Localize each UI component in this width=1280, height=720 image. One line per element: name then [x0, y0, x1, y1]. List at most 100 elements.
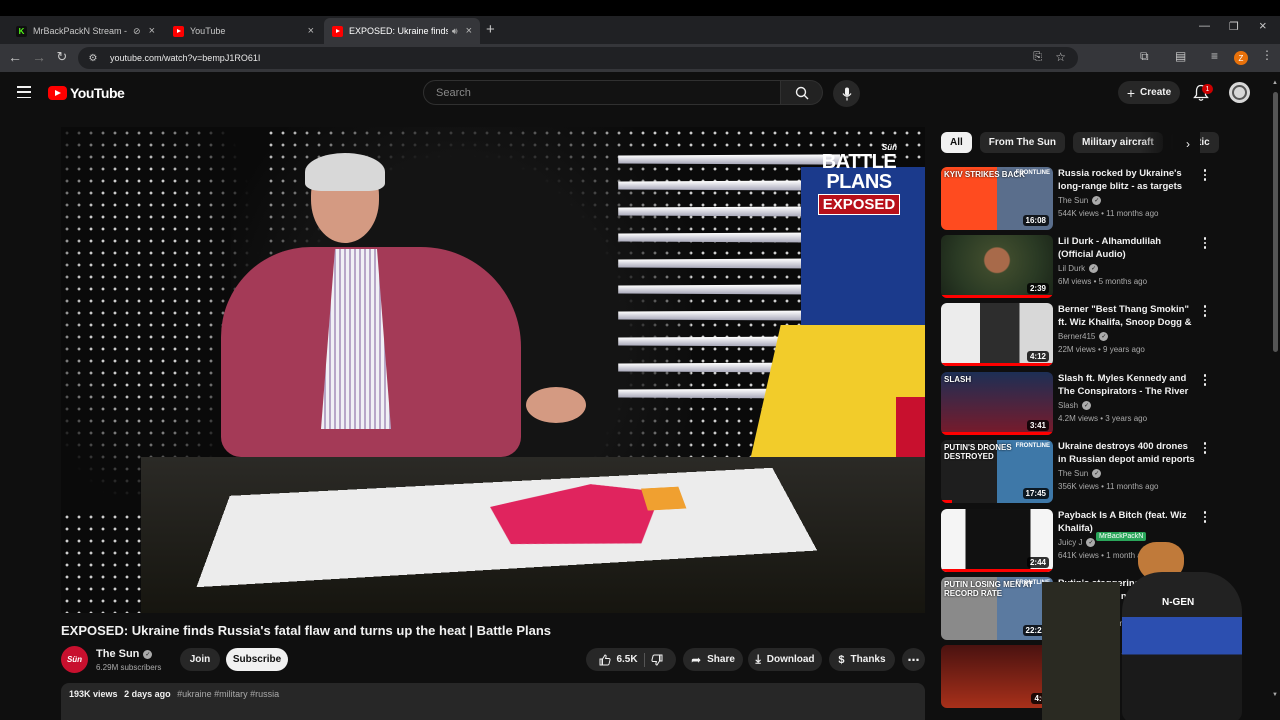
menu-hamburger-icon[interactable]: [17, 86, 31, 98]
like-dislike-group: 6.5K: [586, 648, 676, 671]
more-vertical-icon[interactable]: [1200, 305, 1210, 319]
more-vertical-icon[interactable]: [1200, 237, 1210, 251]
tab-youtube-home[interactable]: YouTube ×: [165, 18, 322, 44]
recommendation-item[interactable]: 4:12 Berner "Best Thang Smokin" ft. Wiz K…: [941, 303, 1213, 367]
stream-name-tag: MrBackPackN: [1096, 532, 1147, 541]
video-thumbnail[interactable]: PUTIN LOSING MEN AT RECORD RATE FRONTLINE…: [941, 577, 1053, 640]
recommendation-title[interactable]: Russia rocked by Ukraine's long-range bl…: [1058, 167, 1196, 194]
voice-search-button[interactable]: [833, 80, 860, 107]
video-thumbnail[interactable]: 2:44: [941, 509, 1053, 572]
verified-check-icon: ✓: [1082, 401, 1092, 410]
recommendation-channel[interactable]: Lil Durk ✓: [1058, 264, 1099, 273]
more-vertical-icon[interactable]: [1200, 169, 1210, 183]
create-button[interactable]: + Create: [1118, 81, 1180, 104]
thumbs-down-icon: [651, 654, 663, 666]
video-thumbnail[interactable]: 4:0: [941, 645, 1053, 708]
subscriber-count: 6.29M subscribers: [96, 663, 162, 672]
minimize-icon[interactable]: —: [1199, 20, 1210, 32]
like-button[interactable]: 6.5K: [599, 653, 638, 666]
close-tab-icon[interactable]: ×: [308, 25, 314, 37]
browser-profile-avatar[interactable]: Z: [1234, 51, 1248, 65]
more-actions-button[interactable]: ⋯: [902, 648, 925, 671]
thanks-button[interactable]: $ Thanks: [829, 648, 895, 671]
youtube-logo[interactable]: YouTube: [48, 85, 125, 101]
muted-speaker-icon[interactable]: ⊘: [133, 26, 141, 37]
verified-check-icon: ✓: [143, 649, 153, 659]
streamer-webcam-overlay: N-GEN: [1042, 542, 1252, 720]
maximize-icon[interactable]: ❐: [1229, 20, 1239, 33]
kick-favicon-icon: K: [16, 25, 27, 37]
thumbnail-caption: KYIV STRIKES BACK: [944, 170, 1025, 179]
tab-kick-stream[interactable]: K MrBackPackN Stream - Wat ⊘ ×: [8, 18, 163, 44]
presenter-figure: [221, 153, 586, 487]
recommendation-meta: 22M views • 9 years ago: [1058, 345, 1145, 354]
browser-menu-icon[interactable]: ⋮: [1261, 48, 1273, 62]
youtube-play-logo-icon: [48, 86, 67, 100]
reload-icon[interactable]: ↻: [53, 49, 71, 65]
recommendation-title[interactable]: Berner "Best Thang Smokin" ft. Wiz Khali…: [1058, 303, 1196, 330]
recommendation-channel[interactable]: The Sun✓: [1058, 469, 1102, 478]
recommendation-item[interactable]: 2:39 Lil Durk - Alhamdulilah (Official Au…: [941, 235, 1213, 299]
more-vertical-icon[interactable]: [1200, 442, 1210, 456]
account-avatar[interactable]: [1229, 82, 1250, 103]
recommendation-channel[interactable]: The Sun✓: [1058, 196, 1102, 205]
extensions-puzzle-icon[interactable]: ⧉: [1140, 49, 1149, 64]
more-vertical-icon[interactable]: [1200, 374, 1210, 388]
scroll-up-arrow-icon[interactable]: ▲: [1272, 80, 1278, 86]
share-button[interactable]: ➦ Share: [683, 648, 743, 671]
channel-avatar[interactable]: Sün: [61, 646, 88, 673]
video-thumbnail[interactable]: KYIV STRIKES BACK FRONTLINE 16:08: [941, 167, 1053, 230]
install-app-icon[interactable]: ⎘: [1033, 51, 1042, 64]
chip-from-the-sun[interactable]: From The Sun: [979, 132, 1066, 153]
video-thumbnail[interactable]: 4:12: [941, 303, 1053, 366]
hashtags[interactable]: #ukraine #military #russia: [177, 689, 279, 699]
video-thumbnail[interactable]: SLASH 3:41: [941, 372, 1053, 435]
search-box[interactable]: [423, 80, 781, 105]
media-controls-icon[interactable]: ≡: [1211, 49, 1218, 63]
download-button[interactable]: ⤓ Download: [748, 648, 822, 671]
chip-all[interactable]: All: [941, 132, 972, 153]
video-thumbnail[interactable]: PUTIN'S DRONES DESTROYED FRONTLINE 17:45: [941, 440, 1053, 503]
recommendation-item[interactable]: KYIV STRIKES BACK FRONTLINE 16:08 Russia ro…: [941, 167, 1213, 231]
recommendation-title[interactable]: Slash ft. Myles Kennedy and The Conspira…: [1058, 372, 1196, 399]
recommendation-channel[interactable]: Berner415 ✓: [1058, 332, 1109, 341]
url-text[interactable]: youtube.com/watch?v=bempJ1RO61I: [110, 53, 260, 63]
recommendation-title[interactable]: Lil Durk - Alhamdulilah (Official Audio): [1058, 235, 1196, 261]
recommendation-title[interactable]: Ukraine destroys 400 drones in Russian d…: [1058, 440, 1196, 467]
chip-scroll-right-icon[interactable]: ›: [1186, 137, 1190, 151]
join-button[interactable]: Join: [180, 648, 220, 671]
page-scrollbar[interactable]: [1271, 80, 1280, 720]
close-tab-icon[interactable]: ×: [149, 25, 155, 37]
bookmark-star-icon[interactable]: ☆: [1055, 50, 1066, 64]
thumbnail-caption-badge: FRONTLINE: [1015, 170, 1050, 176]
recommendation-item[interactable]: SLASH 3:41 Slash ft. Myles Kennedy and The…: [941, 372, 1213, 436]
description-box[interactable]: 193K views 2 days ago #ukraine #military…: [61, 683, 925, 720]
new-tab-icon[interactable]: +: [486, 21, 495, 38]
search-input[interactable]: [424, 86, 780, 99]
more-vertical-icon[interactable]: [1200, 511, 1210, 525]
speaker-icon[interactable]: 🔊︎: [452, 26, 458, 37]
scrollbar-thumb[interactable]: [1273, 92, 1278, 352]
subscribe-button[interactable]: Subscribe: [226, 648, 288, 671]
video-duration: 4:12: [1026, 351, 1049, 362]
tab-video-active[interactable]: EXPOSED: Ukraine finds Ru 🔊︎ ×: [324, 18, 480, 44]
channel-name[interactable]: The Sun ✓: [96, 648, 153, 660]
plus-icon: +: [1126, 84, 1136, 101]
site-info-icon[interactable]: ⚙: [86, 51, 100, 65]
watch-progress-bar: [941, 500, 953, 503]
recommendation-item[interactable]: PUTIN'S DRONES DESTROYED FRONTLINE 17:45 Uk…: [941, 440, 1213, 504]
recommendation-meta: 356K views • 11 months ago: [1058, 482, 1159, 491]
video-thumbnail[interactable]: 2:39: [941, 235, 1053, 298]
search-button[interactable]: [781, 80, 823, 105]
scroll-down-arrow-icon[interactable]: ▼: [1272, 692, 1278, 698]
dislike-button[interactable]: [651, 654, 663, 666]
close-tab-icon[interactable]: ×: [466, 25, 472, 37]
back-arrow-icon[interactable]: ←: [6, 49, 24, 65]
side-panel-icon[interactable]: ▤: [1175, 49, 1186, 63]
omnibox[interactable]: ⚙ youtube.com/watch?v=bempJ1RO61I ⎘ ☆: [78, 47, 1078, 69]
window-close-icon[interactable]: ×: [1259, 18, 1267, 33]
recommendation-channel[interactable]: Slash ✓: [1058, 401, 1092, 410]
notification-count-badge: 1: [1202, 84, 1213, 94]
video-player[interactable]: Sün BATTLE PLANS EXPOSED: [61, 127, 925, 613]
forward-arrow-icon[interactable]: →: [30, 49, 48, 65]
